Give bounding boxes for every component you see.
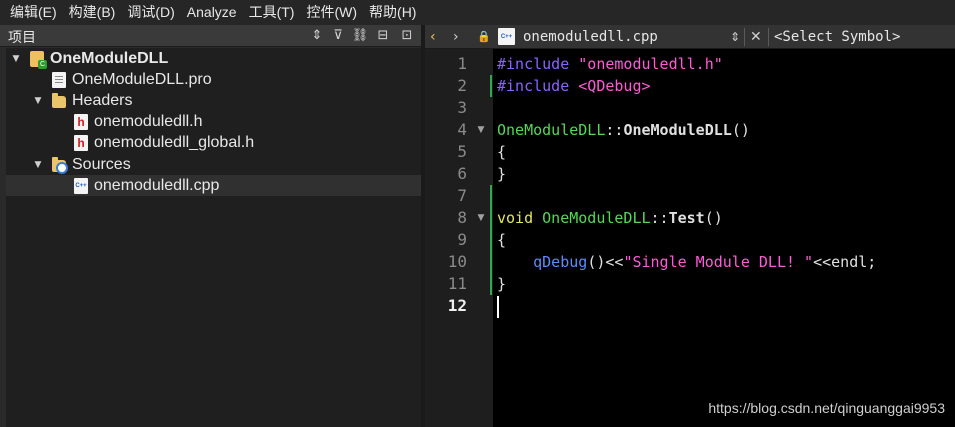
line-number: 4 xyxy=(457,120,467,139)
line-number: 12 xyxy=(447,296,467,315)
fold-arrow-icon[interactable]: ▼ xyxy=(475,119,487,141)
code-line: OneModuleDLL::OneModuleDLL() xyxy=(497,121,750,139)
expand-arrow-icon[interactable]: ▼ xyxy=(10,53,22,65)
change-marker xyxy=(490,75,492,97)
line-number: 10 xyxy=(447,252,467,271)
watermark: https://blog.csdn.net/qinguanggai9953 xyxy=(708,400,945,416)
line-number: 5 xyxy=(457,142,467,161)
line-number: 9 xyxy=(457,230,467,249)
line-number: 3 xyxy=(457,98,467,117)
folder-icon xyxy=(52,92,66,108)
lock-icon: 🔒 xyxy=(477,30,491,43)
project-panel-header: 项目 ⇕ ⊽ ⛓ ⊟ ⊡ xyxy=(0,25,421,47)
symbol-selector[interactable]: <Select Symbol> xyxy=(774,29,900,45)
change-marker xyxy=(490,229,492,251)
menu-edit[interactable]: 编辑(E) xyxy=(4,0,63,25)
filter-icon[interactable]: ⊽ xyxy=(329,27,347,45)
tree-item[interactable]: ▼ OneModuleDLL xyxy=(6,48,421,69)
tree-item-label: onemoduledll.cpp xyxy=(94,176,220,194)
pro-file-icon xyxy=(52,71,66,88)
tree-item-label: Headers xyxy=(72,91,133,109)
cpp-file-icon xyxy=(73,177,89,194)
editor-toolbar: ‹ › 🔒 onemoduledll.cpp ⇕ ✕ <Select Symbo… xyxy=(425,25,955,49)
tree-item-label: OneModuleDLL.pro xyxy=(72,70,212,88)
tree-item[interactable]: ▼ Headers xyxy=(6,90,421,111)
tree-item[interactable]: ▼ Sources xyxy=(6,154,421,175)
tree-item[interactable]: OneModuleDLL.pro xyxy=(6,69,421,90)
project-tree: ▼ OneModuleDLL OneModuleDLL.pro ▼ Headers one… xyxy=(6,48,421,427)
code-line: { xyxy=(497,231,507,249)
code-editor[interactable]: #include "onemoduledll.h" #include <QDebu… xyxy=(493,49,955,427)
tree-item-label: Sources xyxy=(72,155,131,173)
code-line: #include <QDebug> xyxy=(497,77,651,95)
header-file-icon xyxy=(74,114,88,131)
menu-tools[interactable]: 工具(T) xyxy=(243,0,301,25)
line-number: 11 xyxy=(447,274,467,293)
tree-item-label: onemoduledll.h xyxy=(94,113,203,131)
project-icon xyxy=(30,50,47,69)
line-number: 6 xyxy=(457,164,467,183)
expand-arrow-icon[interactable]: ▼ xyxy=(32,159,44,171)
text-cursor xyxy=(497,296,499,318)
menu-bar: 编辑(E) 构建(B) 调试(D) Analyze 工具(T) 控件(W) 帮助… xyxy=(0,0,955,25)
line-number: 7 xyxy=(457,186,467,205)
forward-icon[interactable]: › xyxy=(453,27,459,47)
code-line: { xyxy=(497,143,507,161)
tree-item[interactable]: onemoduledll_global.h xyxy=(6,133,421,154)
code-line: } xyxy=(497,275,507,293)
change-marker xyxy=(490,273,492,295)
tree-item-label: onemoduledll_global.h xyxy=(94,134,255,152)
line-number: 1 xyxy=(457,54,467,73)
close-file-icon[interactable]: ✕ xyxy=(750,27,762,47)
fold-arrow-icon[interactable]: ▼ xyxy=(475,207,487,229)
line-number: 2 xyxy=(457,76,467,95)
project-panel: 项目 ⇕ ⊽ ⛓ ⊟ ⊡ ▼ OneModuleDLL OneModuleDLL.p… xyxy=(0,25,421,427)
toolbar-separator xyxy=(744,28,745,46)
file-dropdown-icon[interactable]: ⇕ xyxy=(730,27,740,47)
change-marker xyxy=(490,185,492,207)
line-number: 8 xyxy=(457,208,467,227)
back-icon[interactable]: ‹ xyxy=(430,27,436,47)
close-panel-icon[interactable]: ⊡ xyxy=(398,27,416,45)
code-line: qDebug()<<"Single Module DLL! "<<endl; xyxy=(533,253,877,271)
tree-item-label: OneModuleDLL xyxy=(50,49,169,67)
open-file-name[interactable]: onemoduledll.cpp xyxy=(523,29,658,45)
change-marker xyxy=(490,207,492,229)
menu-help[interactable]: 帮助(H) xyxy=(363,0,422,25)
change-marker xyxy=(490,251,492,273)
toolbar-separator xyxy=(768,28,769,46)
menu-widgets[interactable]: 控件(W) xyxy=(300,0,363,25)
cpp-file-icon xyxy=(498,28,515,45)
project-panel-title: 项目 xyxy=(8,29,36,45)
split-icon[interactable]: ⊟ xyxy=(374,27,392,45)
view-selector-icon[interactable]: ⇕ xyxy=(308,27,326,45)
menu-analyze[interactable]: Analyze xyxy=(181,0,243,25)
link-icon[interactable]: ⛓ xyxy=(351,27,369,45)
code-line: #include "onemoduledll.h" xyxy=(497,55,723,73)
tree-item[interactable]: onemoduledll.cpp xyxy=(6,175,421,197)
source-folder-icon xyxy=(52,156,68,174)
code-line: } xyxy=(497,165,507,183)
code-line: void OneModuleDLL::Test() xyxy=(497,209,723,227)
menu-build[interactable]: 构建(B) xyxy=(63,0,122,25)
tree-item[interactable]: onemoduledll.h xyxy=(6,112,421,133)
menu-debug[interactable]: 调试(D) xyxy=(121,0,180,25)
header-file-icon xyxy=(74,135,88,152)
expand-arrow-icon[interactable]: ▼ xyxy=(32,95,44,107)
line-number-gutter: 1 2 3 4 ▼ 5 6 7 8 ▼ 9 10 11 12 xyxy=(425,49,493,427)
